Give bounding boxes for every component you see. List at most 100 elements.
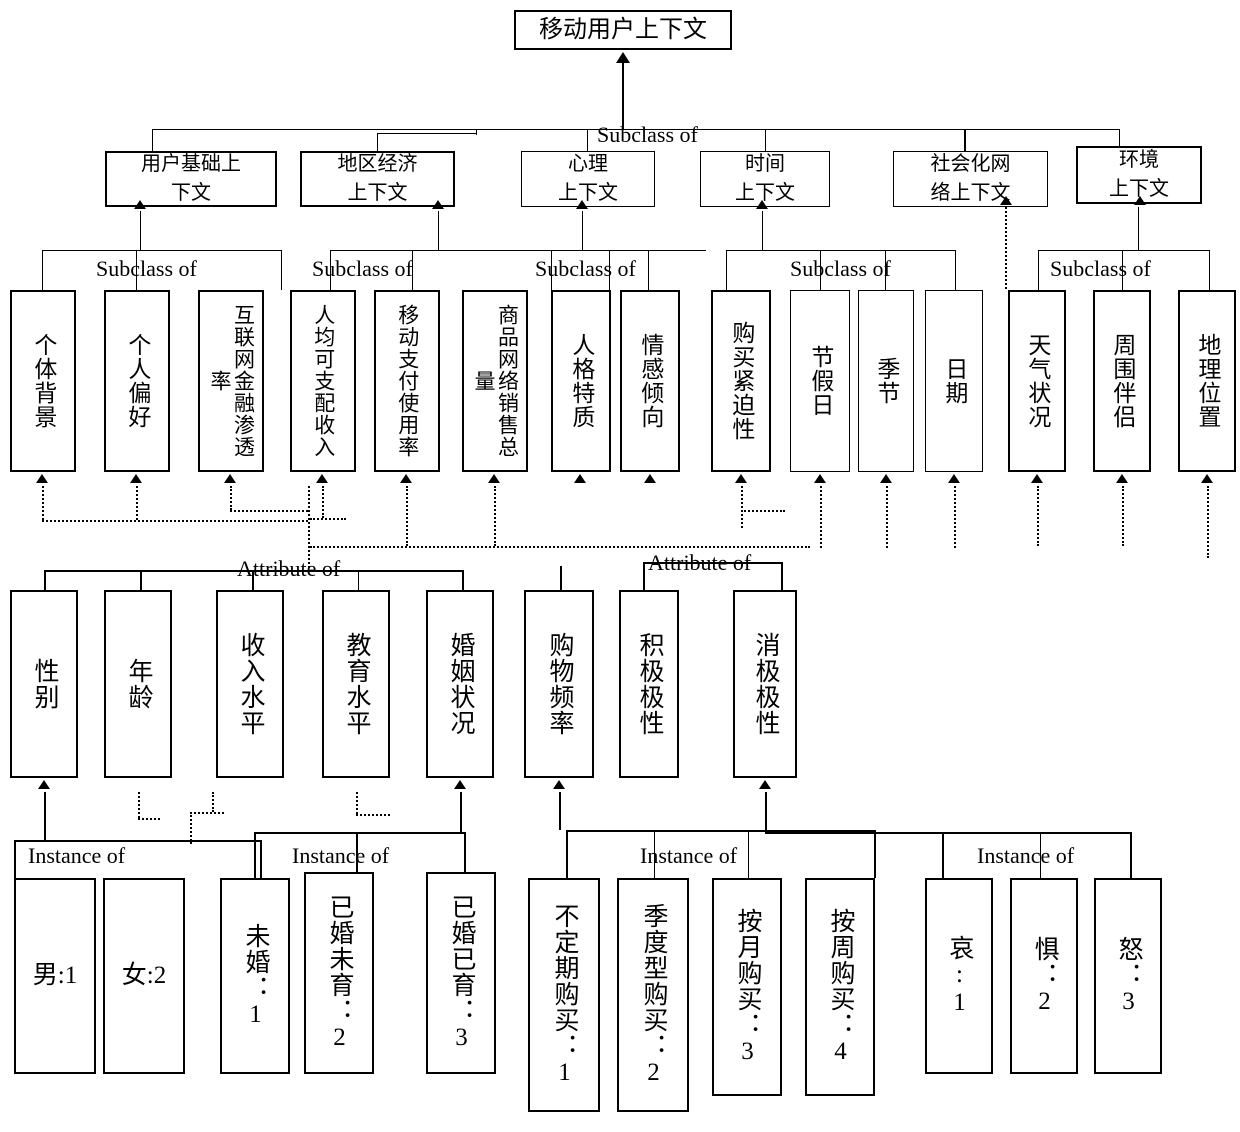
arrowhead-to-a2 — [130, 474, 142, 483]
edge-dotted-a9-stem — [741, 486, 743, 528]
node-income-level[interactable]: 收入水平 — [216, 590, 284, 778]
relation-label-subclass-of-5: Subclass of — [1050, 256, 1151, 281]
node-label: 惧：2 — [1031, 936, 1058, 1016]
edge-attr2-to-b7 — [643, 562, 645, 590]
node-negative-polarity[interactable]: 消极极性 — [733, 590, 797, 778]
relation-label-subclass-of-1: Subclass of — [96, 256, 197, 281]
edge-dotted-a14-stem — [1122, 486, 1124, 546]
node-per-capita-disposable-income[interactable]: 人均可支配收入 — [290, 290, 356, 472]
node-psychology-context[interactable]: 心理 上下文 — [521, 151, 655, 207]
edge-drop-c5 — [964, 129, 966, 151]
edge-drop-c2 — [377, 133, 378, 151]
node-instance-sadness[interactable]: 哀:1 — [925, 878, 993, 1074]
node-label: 男:1 — [32, 961, 78, 989]
node-season[interactable]: 季节 — [858, 290, 914, 472]
edge-dotted-a11-stem — [886, 486, 888, 548]
edge-dotted-a4-stem — [322, 486, 324, 518]
node-holiday[interactable]: 节假日 — [790, 290, 850, 472]
node-emotional-tendency[interactable]: 情感倾向 — [620, 290, 680, 472]
node-instance-anger[interactable]: 怒：3 — [1094, 878, 1162, 1074]
node-gender[interactable]: 性别 — [10, 590, 78, 778]
node-label: 性别 — [31, 658, 58, 710]
node-age[interactable]: 年龄 — [104, 590, 172, 778]
node-education-level[interactable]: 教育水平 — [322, 590, 390, 778]
edge-dotted-b4-jog — [356, 814, 390, 816]
node-weather-condition[interactable]: 天气状况 — [1008, 290, 1066, 472]
edge-dotted-b2-stem — [138, 792, 140, 818]
edge-c4-bus — [726, 250, 956, 251]
node-instance-married-no-child[interactable]: 已婚未育：2 — [304, 872, 374, 1074]
node-label-line1: 用户基础上 — [141, 153, 241, 175]
edge-drop-c1 — [152, 129, 153, 151]
edge-attr1-to-b6 — [560, 566, 562, 590]
node-positive-polarity[interactable]: 积极极性 — [619, 590, 679, 778]
edge-attr1-to-b4 — [358, 570, 359, 590]
edge-inst2-to-i3 — [254, 832, 256, 878]
edge-dotted-a3-jog — [230, 510, 308, 512]
relation-label-instance-of-4: Instance of — [977, 843, 1075, 868]
node-marital-status[interactable]: 婚姻状况 — [426, 590, 494, 778]
node-instance-monthly-purchase[interactable]: 按月购买：3 — [712, 878, 782, 1096]
node-instance-fear[interactable]: 惧：2 — [1010, 878, 1078, 1074]
edge-c3-to-a8 — [648, 250, 649, 290]
edge-dotted-b3-stem — [212, 792, 214, 812]
edge-dotted-a13-stem — [1037, 486, 1039, 546]
node-instance-male[interactable]: 男:1 — [14, 878, 96, 1074]
node-geographic-location[interactable]: 地理位置 — [1178, 290, 1236, 472]
arrowhead-to-a6 — [488, 474, 500, 483]
edge-dotted-a4-jog — [310, 518, 346, 520]
node-instance-female[interactable]: 女:2 — [103, 878, 185, 1074]
edge-dotted-right-bus — [310, 546, 810, 548]
node-label-line1: 心理 — [568, 153, 608, 175]
arrowhead-to-c4 — [756, 200, 768, 209]
node-label: 人均可支配收入 — [311, 304, 336, 458]
node-user-basic-context[interactable]: 用户基础上 下文 — [105, 151, 277, 207]
edge-inst2-bus — [254, 832, 466, 834]
node-label: 个体背景 — [30, 333, 56, 429]
node-individual-background[interactable]: 个体背景 — [10, 290, 76, 472]
node-instance-quarterly-purchase[interactable]: 季度型购买：2 — [617, 878, 689, 1112]
node-social-network-context[interactable]: 社会化网 络上下文 — [893, 151, 1048, 207]
node-shopping-frequency[interactable]: 购物频率 — [524, 590, 594, 778]
node-label: 按周购买：4 — [827, 908, 854, 1066]
node-personality-traits[interactable]: 人格特质 — [551, 290, 611, 472]
edge-dotted-b2-jog — [138, 818, 160, 820]
arrowhead-to-a7 — [574, 474, 586, 483]
relation-label-subclass-of-4: Subclass of — [790, 256, 891, 281]
edge-inst4-to-i12 — [1130, 832, 1132, 878]
node-online-sales-volume[interactable]: 商品网络销售总量 — [462, 290, 528, 472]
node-instance-unmarried[interactable]: 未婚：1 — [220, 878, 290, 1074]
node-companions[interactable]: 周围伴侣 — [1093, 290, 1151, 472]
node-root-mobile-user-context[interactable]: 移动用户上下文 — [514, 10, 732, 50]
node-label-line1: 时间 — [745, 153, 785, 175]
edge-dotted-a15-stem — [1207, 486, 1209, 558]
node-instance-irregular-purchase[interactable]: 不定期购买：1 — [528, 878, 600, 1112]
edge-dotted-b4-stem — [356, 792, 358, 814]
edge-c1-to-a3 — [281, 250, 282, 290]
node-mobile-payment-usage-rate[interactable]: 移动支付使用率 — [374, 290, 440, 472]
node-date[interactable]: 日期 — [925, 290, 983, 472]
edge-c6-stem — [1138, 207, 1139, 250]
node-label: 节假日 — [807, 345, 833, 417]
edge-inst1-stem — [44, 792, 46, 840]
edge-c6-to-a13 — [1038, 250, 1039, 290]
node-instance-married-with-child[interactable]: 已婚已育：3 — [426, 872, 496, 1074]
node-label: 女:2 — [121, 961, 167, 989]
relation-label-instance-of-2: Instance of — [292, 843, 390, 868]
arrowhead-to-b5 — [454, 780, 466, 789]
edge-inst3-to-i6 — [566, 830, 568, 878]
node-instance-weekly-purchase[interactable]: 按周购买：4 — [805, 878, 875, 1096]
node-label-line1: 地区经济 — [337, 153, 418, 175]
node-label: 商品网络销售总量 — [472, 304, 520, 458]
edge-c1-stem — [140, 211, 141, 250]
node-personal-preference[interactable]: 个人偏好 — [104, 290, 170, 472]
arrowhead-to-c2 — [432, 200, 444, 209]
node-regional-economy-context[interactable]: 地区经济 上下文 — [300, 151, 455, 207]
edge-drop-c2b — [476, 129, 477, 135]
node-time-context[interactable]: 时间 上下文 — [700, 151, 830, 207]
node-purchase-urgency[interactable]: 购买紧迫性 — [711, 290, 771, 472]
node-label: 消极极性 — [752, 632, 779, 736]
node-internet-finance-penetration-rate[interactable]: 互联网金融渗透率 — [198, 290, 264, 472]
edge-drop-c4 — [765, 129, 766, 151]
edge-c3-stem — [582, 211, 583, 250]
